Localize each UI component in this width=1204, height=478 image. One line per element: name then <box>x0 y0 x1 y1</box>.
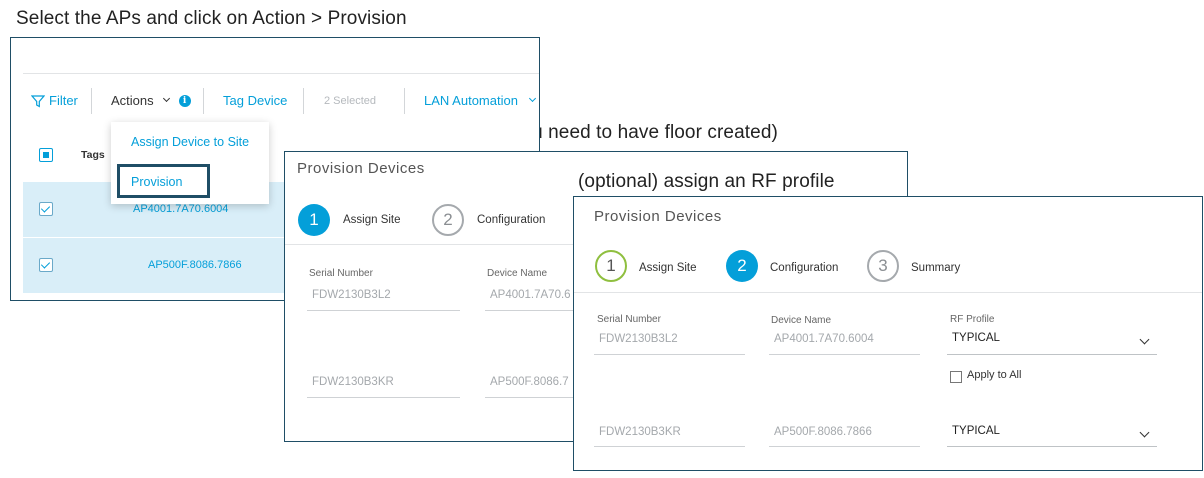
chevron-down-icon <box>528 94 536 103</box>
device-name-value: AP4001.7A70.6 <box>490 289 571 301</box>
serial-number-value: FDW2130B3KR <box>312 376 394 388</box>
panel-title: Provision Devices <box>594 208 722 225</box>
step-3-label: Summary <box>911 262 961 274</box>
toolbar-separator <box>91 88 92 114</box>
menu-item-assign-device-to-site[interactable]: Assign Device to Site <box>131 135 249 149</box>
selected-count: 2 Selected <box>324 95 376 107</box>
row-checkbox[interactable] <box>39 202 53 216</box>
chevron-down-icon <box>162 94 170 103</box>
toolbar-separator <box>203 88 204 114</box>
rf-profile-value: TYPICAL <box>952 332 1000 344</box>
field-underline <box>594 354 745 355</box>
caption-rf-profile: (optional) assign an RF profile <box>578 171 835 192</box>
rf-profile-value: TYPICAL <box>952 425 1000 437</box>
field-underline <box>769 446 920 447</box>
field-underline <box>769 354 920 355</box>
chevron-down-icon <box>1139 334 1150 345</box>
filter-label: Filter <box>49 93 78 108</box>
step-2-indicator: 2 <box>726 250 758 282</box>
serial-number-value: FDW2130B3L2 <box>599 333 678 345</box>
panel-title: Provision Devices <box>297 160 425 177</box>
menu-item-provision[interactable]: Provision <box>131 175 182 189</box>
step-2-indicator: 2 <box>432 204 464 236</box>
toolbar-separator <box>303 88 304 114</box>
device-name-value: AP500F.8086.7 <box>490 376 569 388</box>
device-name-value: AP500F.8086.7866 <box>774 426 872 438</box>
caption-select-aps: Select the APs and click on Action > Pro… <box>16 8 407 29</box>
device-name-header: Device Name <box>487 268 548 279</box>
rf-profile-header: RF Profile <box>950 314 995 325</box>
step-2-label: Configuration <box>477 214 546 226</box>
serial-number-header: Serial Number <box>309 268 373 279</box>
step-1-indicator: 1 <box>298 204 330 236</box>
field-underline <box>307 310 460 311</box>
select-all-checkbox[interactable] <box>39 148 53 162</box>
steps-divider <box>574 292 1202 293</box>
serial-number-value: FDW2130B3KR <box>599 426 681 438</box>
step-1-label: Assign Site <box>639 262 697 274</box>
lan-automation-button[interactable]: LAN Automation <box>424 93 536 108</box>
select-underline <box>947 354 1157 355</box>
filter-button[interactable]: Filter <box>31 93 78 108</box>
actions-dropdown-menu: Assign Device to Site Provision <box>111 122 269 204</box>
apply-to-all-label: Apply to All <box>967 369 1022 381</box>
tag-device-button[interactable]: Tag Device <box>223 93 287 108</box>
tags-column-header: Tags <box>81 149 105 161</box>
toolbar-separator <box>404 88 405 114</box>
device-name-header: Device Name <box>771 315 832 326</box>
serial-number-header: Serial Number <box>597 314 661 325</box>
select-underline <box>947 446 1157 447</box>
info-icon[interactable]: i <box>178 94 191 107</box>
step-1-indicator: 1 <box>595 250 627 282</box>
device-name-link[interactable]: AP4001.7A70.6004 <box>133 203 228 215</box>
lan-automation-label: LAN Automation <box>424 93 518 108</box>
provision-configuration-panel: Provision Devices 1 Assign Site 2 Config… <box>573 196 1203 471</box>
toolbar-top-divider <box>23 73 539 74</box>
step-1-label: Assign Site <box>343 214 401 226</box>
tag-device-label: Tag Device <box>223 93 288 108</box>
device-name-link[interactable]: AP500F.8086.7866 <box>148 259 242 271</box>
filter-icon <box>31 94 45 108</box>
actions-button[interactable]: Actions i <box>111 93 191 108</box>
row-checkbox[interactable] <box>39 258 53 272</box>
field-underline <box>307 397 460 398</box>
apply-to-all-checkbox[interactable] <box>950 371 962 383</box>
step-2-label: Configuration <box>770 262 839 274</box>
field-underline <box>594 446 745 447</box>
step-3-indicator: 3 <box>867 250 899 282</box>
device-name-value: AP4001.7A70.6004 <box>774 333 874 345</box>
actions-label: Actions <box>111 93 154 108</box>
chevron-down-icon <box>1139 427 1150 438</box>
serial-number-value: FDW2130B3L2 <box>312 289 391 301</box>
